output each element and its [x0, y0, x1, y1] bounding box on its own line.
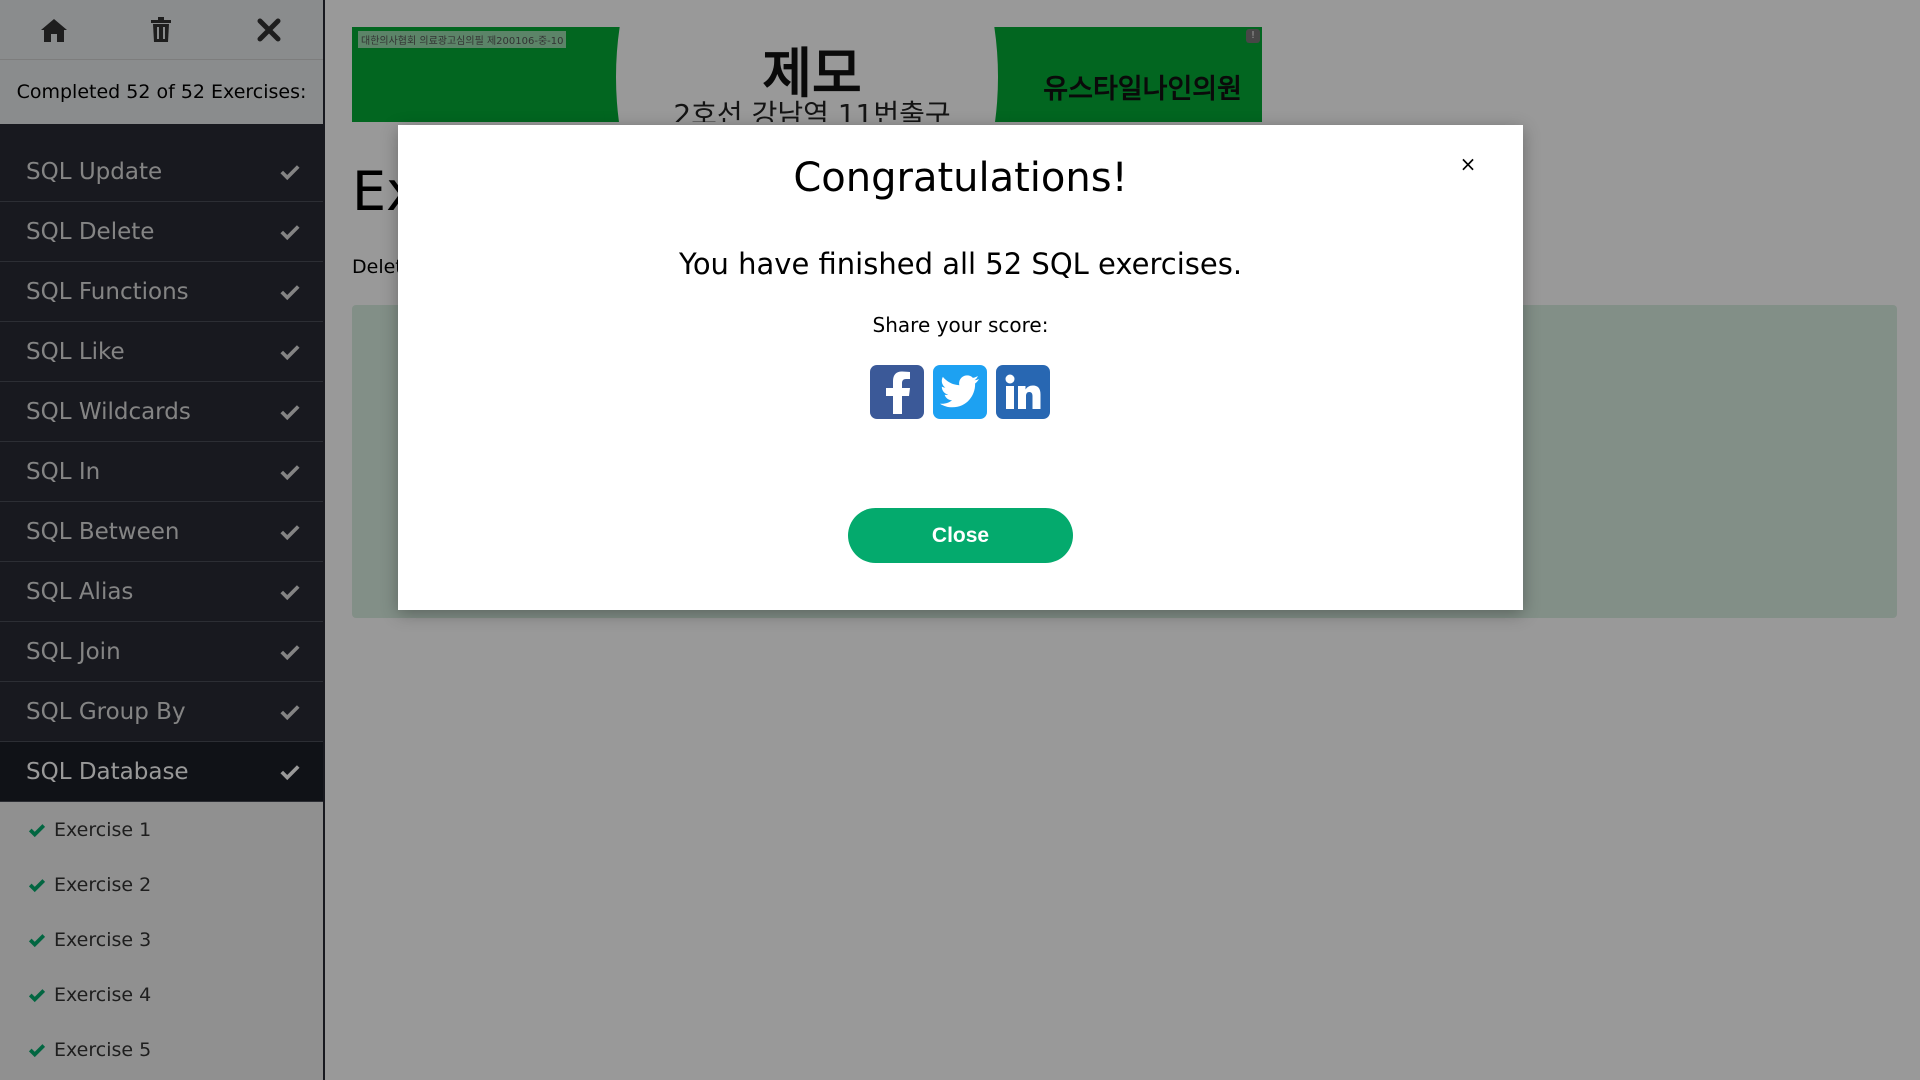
congratulations-modal: × Congratulations! You have finished all…: [398, 125, 1523, 610]
share-buttons: [870, 365, 1050, 419]
close-button[interactable]: Close: [848, 508, 1073, 563]
twitter-icon[interactable]: [933, 365, 987, 419]
linkedin-icon[interactable]: [996, 365, 1050, 419]
modal-title: Congratulations!: [793, 155, 1128, 201]
share-label: Share your score:: [872, 313, 1049, 337]
facebook-icon[interactable]: [870, 365, 924, 419]
modal-message: You have finished all 52 SQL exercises.: [678, 247, 1243, 281]
